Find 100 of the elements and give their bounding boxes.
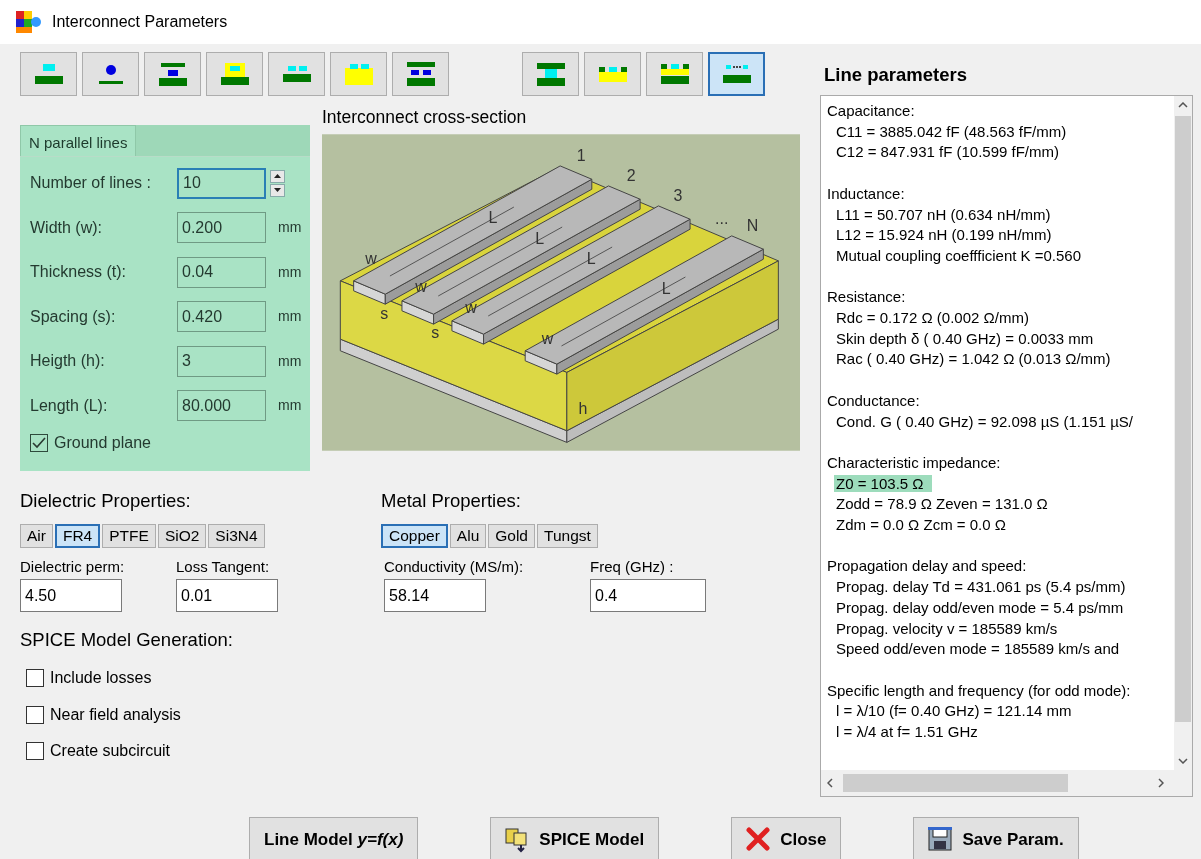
unit-label: mm (278, 307, 302, 327)
result-heading: Resistance: (827, 287, 907, 308)
structure-button[interactable] (82, 52, 139, 96)
layer-stack-icon (34, 64, 63, 84)
result-line: Cond. G ( 0.40 GHz) = 92.098 µS (1.151 µS/ (836, 412, 1134, 430)
unit-label: mm (278, 351, 302, 371)
dimension-label: s (431, 324, 440, 342)
dimension-label: 2 (626, 166, 636, 184)
material-button[interactable]: Alu (449, 523, 487, 548)
structure-button[interactable] (646, 52, 703, 96)
layer-stack-icon (660, 64, 689, 84)
structure-button[interactable] (708, 52, 765, 96)
structure-button[interactable] (392, 52, 449, 96)
field-label: Width (w): (30, 217, 103, 238)
material-button[interactable]: Air (20, 523, 53, 548)
material-button[interactable]: SiO2 (157, 523, 207, 548)
material-button[interactable]: FR4 (54, 523, 101, 548)
checkbox-label[interactable]: Ground plane (54, 431, 151, 455)
material-button[interactable]: Si3N4 (208, 523, 265, 548)
input-field[interactable]: 80.000 (177, 390, 266, 422)
triangle-down-icon (274, 188, 281, 193)
layer-stack-icon (98, 64, 123, 84)
material-button[interactable]: PTFE (102, 523, 156, 548)
dialog-button[interactable]: Line Model y=f(x) (249, 817, 419, 859)
structure-button[interactable] (144, 52, 201, 96)
input-field[interactable]: 0.04 (177, 256, 266, 288)
panel-title: Line parameters (823, 63, 968, 87)
result-heading: Capacitance: (827, 101, 916, 121)
checkbox-label[interactable]: Create subcircuit (50, 739, 171, 764)
material-button[interactable]: Copper (381, 523, 448, 548)
spin-up-button[interactable] (270, 169, 285, 183)
result-heading: Propagation delay and speed: (827, 556, 1028, 577)
checkbox[interactable] (30, 434, 48, 452)
result-line: Speed odd/even mode = 185589 km/s and (836, 640, 1120, 658)
structure-button[interactable] (206, 52, 263, 96)
input-field[interactable]: 3 (177, 345, 266, 377)
structure-button[interactable] (584, 52, 641, 96)
result-line: Zdm = 0.0 Ω Zcm = 0.0 Ω (836, 516, 1006, 533)
input-field[interactable]: 0.420 (177, 301, 266, 333)
input-field[interactable]: 10 (177, 167, 266, 199)
result-line: l = λ/10 (f= 0.40 GHz) = 121.14 mm (836, 702, 1072, 720)
dimension-label: L (586, 250, 596, 268)
triangle-up-icon (274, 174, 281, 179)
result-line: Mutual coupling coeffficient K =0.560 (836, 246, 1082, 264)
check-icon (32, 437, 46, 449)
input-field[interactable]: 0.4 (590, 579, 706, 613)
app-logo-icon (16, 11, 42, 33)
dialog-button[interactable]: Save Param. (913, 817, 1079, 859)
dimension-label: w (365, 250, 377, 268)
input-field[interactable]: 0.01 (176, 579, 278, 613)
scrollbar-thumb[interactable] (1175, 116, 1191, 722)
layer-stack-icon (158, 62, 187, 86)
chevron-left-icon (827, 778, 833, 788)
chevron-down-icon (1178, 758, 1188, 764)
spin-down-button[interactable] (270, 183, 285, 197)
checkbox[interactable] (26, 705, 44, 724)
field-label: Loss Tangent: (176, 556, 271, 577)
section-heading: Dielectric Properties: (20, 489, 192, 513)
layer-stack-icon (598, 66, 627, 82)
result-line: l = λ/4 at f= 1.51 GHz (836, 723, 978, 740)
checkbox-label[interactable]: Include losses (50, 666, 152, 691)
field-label: Dielectric perm: (20, 556, 126, 577)
material-button[interactable]: Tungst (537, 523, 598, 548)
section-heading: Metal Properties: (381, 489, 522, 513)
close-icon (746, 827, 771, 853)
dimension-label: L (535, 230, 545, 248)
dimension-label: ... (715, 210, 729, 228)
checkbox[interactable] (26, 669, 44, 688)
result-line: L12 = 15.924 nH (0.199 nH/mm) (836, 226, 1052, 244)
input-field[interactable]: 0.200 (177, 212, 266, 244)
checkbox[interactable] (26, 742, 44, 761)
material-button[interactable]: Gold (488, 523, 535, 548)
unit-label: mm (278, 262, 302, 282)
input-field[interactable]: 4.50 (20, 579, 122, 613)
result-line: Propag. velocity v = 185589 km/s (836, 619, 1058, 637)
dimension-label: L (661, 280, 671, 298)
checkbox-label[interactable]: Near field analysis (50, 702, 181, 727)
window-title: Interconnect Parameters (52, 12, 228, 32)
panel-tab[interactable]: N parallel lines (20, 125, 137, 156)
scrollbar-thumb[interactable] (843, 774, 1068, 792)
result-line: Rac ( 0.40 GHz) = 1.042 Ω (0.013 Ω/mm) (836, 350, 1111, 368)
layer-stack-icon (536, 62, 565, 86)
field-label: Thickness (t): (30, 262, 127, 283)
field-label: Freq (GHz) : (590, 556, 675, 577)
dimension-label: 3 (673, 186, 683, 204)
field-label: Spacing (s): (30, 306, 117, 327)
input-field[interactable]: 58.14 (384, 579, 486, 613)
structure-button[interactable] (268, 52, 325, 96)
structure-button[interactable] (522, 52, 579, 96)
result-heading: Conductance: (827, 390, 921, 411)
dialog-button[interactable]: Close (731, 817, 842, 859)
result-line: C12 = 847.931 fF (10.599 fF/mm) (836, 143, 1060, 161)
result-line: Skin depth δ ( 0.40 GHz) = 0.0033 mm (836, 329, 1094, 347)
unit-label: mm (278, 218, 302, 238)
dialog-button[interactable]: SPICE Model (490, 817, 660, 859)
dimension-label: N (746, 216, 759, 234)
result-line: Propag. delay odd/even mode = 5.4 ps/mm (836, 598, 1124, 616)
structure-button[interactable] (20, 52, 77, 96)
result-line: C11 = 3885.042 fF (48.563 fF/mm) (836, 122, 1067, 140)
chevron-right-icon (1158, 778, 1164, 788)
